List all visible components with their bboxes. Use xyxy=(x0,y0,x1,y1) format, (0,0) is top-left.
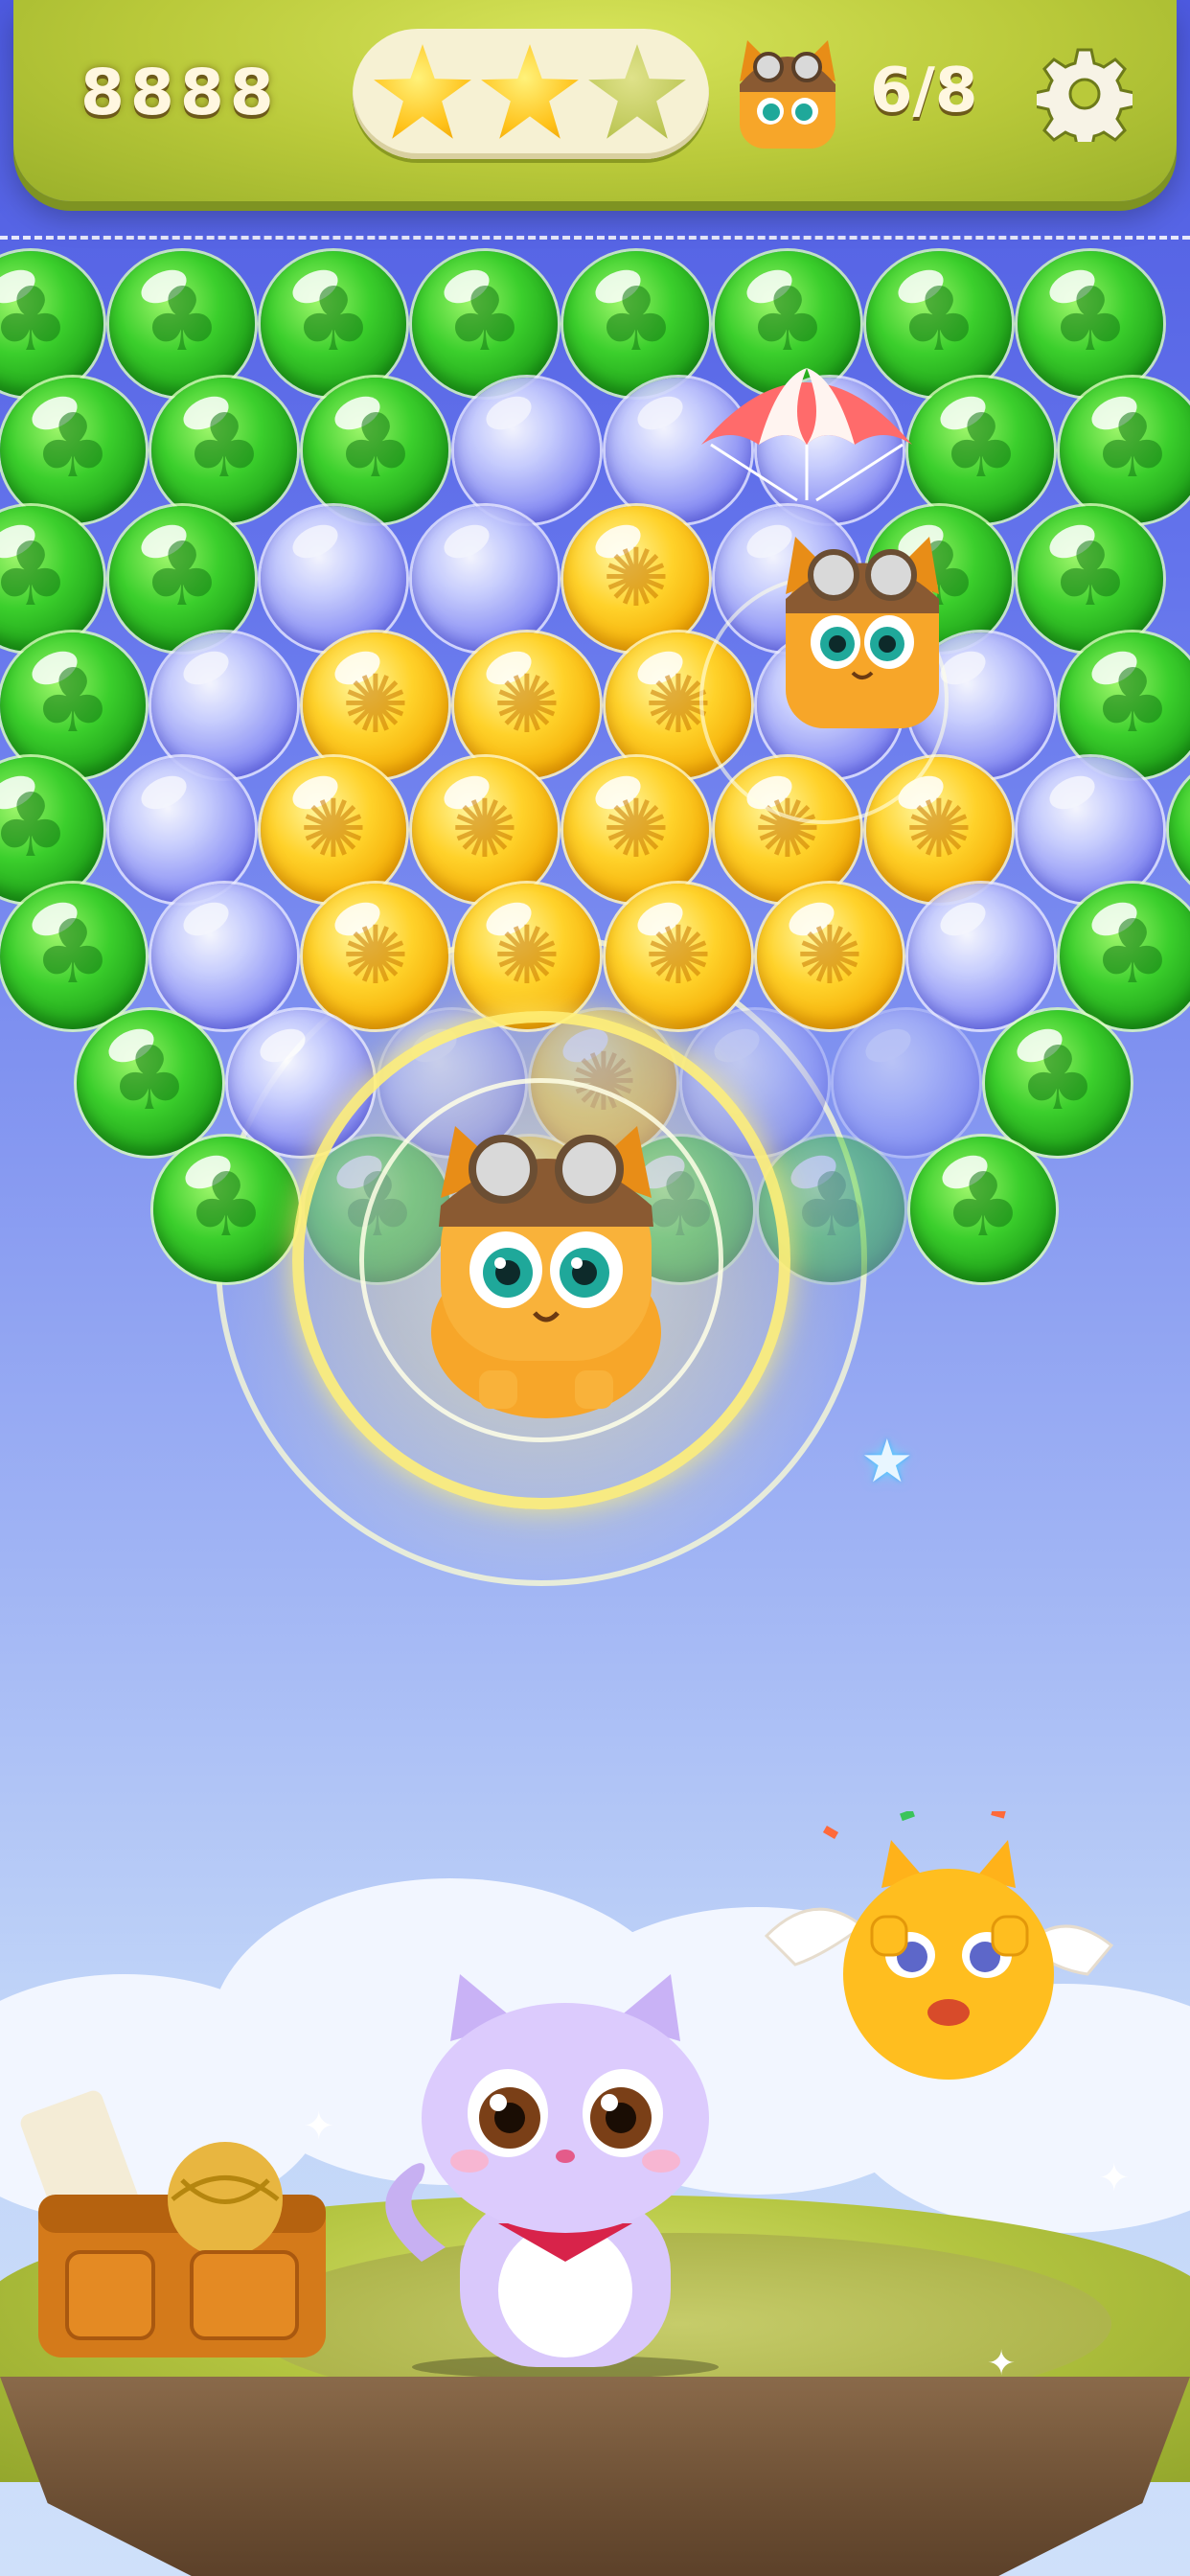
pilot-cat-falling xyxy=(786,537,939,728)
green-bubble xyxy=(0,632,146,778)
green-bubble xyxy=(109,251,255,397)
green-bubble xyxy=(109,506,255,652)
blue-bubble xyxy=(109,757,255,903)
satchel-booster[interactable] xyxy=(0,2089,355,2377)
yellow-bubble xyxy=(303,632,448,778)
green-bubble xyxy=(1018,506,1163,652)
score-counter: 8888 xyxy=(80,56,280,129)
green-bubble xyxy=(985,1010,1131,1156)
blue-bubble xyxy=(412,506,558,652)
green-bubble xyxy=(1060,632,1190,778)
star-sparkle-icon: ★ xyxy=(860,1426,914,1496)
bubble-ceiling-line xyxy=(0,236,1190,240)
pilot-cat-icon xyxy=(740,40,835,149)
green-bubble xyxy=(0,884,146,1029)
blue-bubble xyxy=(908,884,1054,1029)
green-bubble xyxy=(910,1137,1056,1282)
green-bubble xyxy=(303,378,448,523)
blue-bubble xyxy=(1018,757,1163,903)
parachute-icon xyxy=(701,368,912,502)
green-bubble xyxy=(0,506,103,652)
blue-bubble xyxy=(454,378,600,523)
star-icon xyxy=(481,44,579,139)
sparkle-icon: ✦ xyxy=(1098,2156,1131,2200)
green-bubble xyxy=(1169,757,1190,903)
star-icon xyxy=(374,44,471,139)
yellow-bubble xyxy=(454,632,600,778)
star-icon xyxy=(588,44,686,139)
star-rating xyxy=(353,29,709,159)
green-bubble xyxy=(0,757,103,903)
green-bubble xyxy=(153,1137,299,1282)
yellow-bubble xyxy=(303,884,448,1029)
blue-bubble xyxy=(834,1010,979,1156)
yellow-bubble xyxy=(563,506,709,652)
green-bubble xyxy=(908,378,1054,523)
purple-cat-shooter[interactable] xyxy=(355,1974,776,2377)
yellow-bubble xyxy=(412,757,558,903)
game-stage[interactable]: ★ ✦ ✦ ✦ ✦ xyxy=(0,0,1190,2576)
yellow-bubble xyxy=(563,757,709,903)
top-hud: 8888 6/8 xyxy=(13,0,1177,201)
rescue-progress: 6/8 xyxy=(870,56,978,126)
blue-bubble xyxy=(261,506,406,652)
green-bubble xyxy=(412,251,558,397)
green-bubble xyxy=(77,1010,222,1156)
yellow-bubble xyxy=(261,757,406,903)
island-rock-base xyxy=(0,2377,1190,2576)
green-bubble xyxy=(1018,251,1163,397)
green-bubble xyxy=(0,251,103,397)
pilot-cat-freed xyxy=(431,1126,661,1418)
green-bubble xyxy=(261,251,406,397)
green-bubble xyxy=(0,378,146,523)
blue-bubble xyxy=(151,632,297,778)
green-bubble xyxy=(563,251,709,397)
green-bubble xyxy=(1060,378,1190,523)
green-bubble xyxy=(1060,884,1190,1029)
yellow-bubble xyxy=(606,884,751,1029)
gear-icon[interactable] xyxy=(1037,46,1133,142)
green-bubble xyxy=(151,378,297,523)
blue-bubble xyxy=(151,884,297,1029)
yellow-bubble xyxy=(454,884,600,1029)
sparkle-icon: ✦ xyxy=(987,2344,1017,2383)
winged-yellow-cat xyxy=(764,1811,1114,2080)
yellow-bubble xyxy=(757,884,903,1029)
